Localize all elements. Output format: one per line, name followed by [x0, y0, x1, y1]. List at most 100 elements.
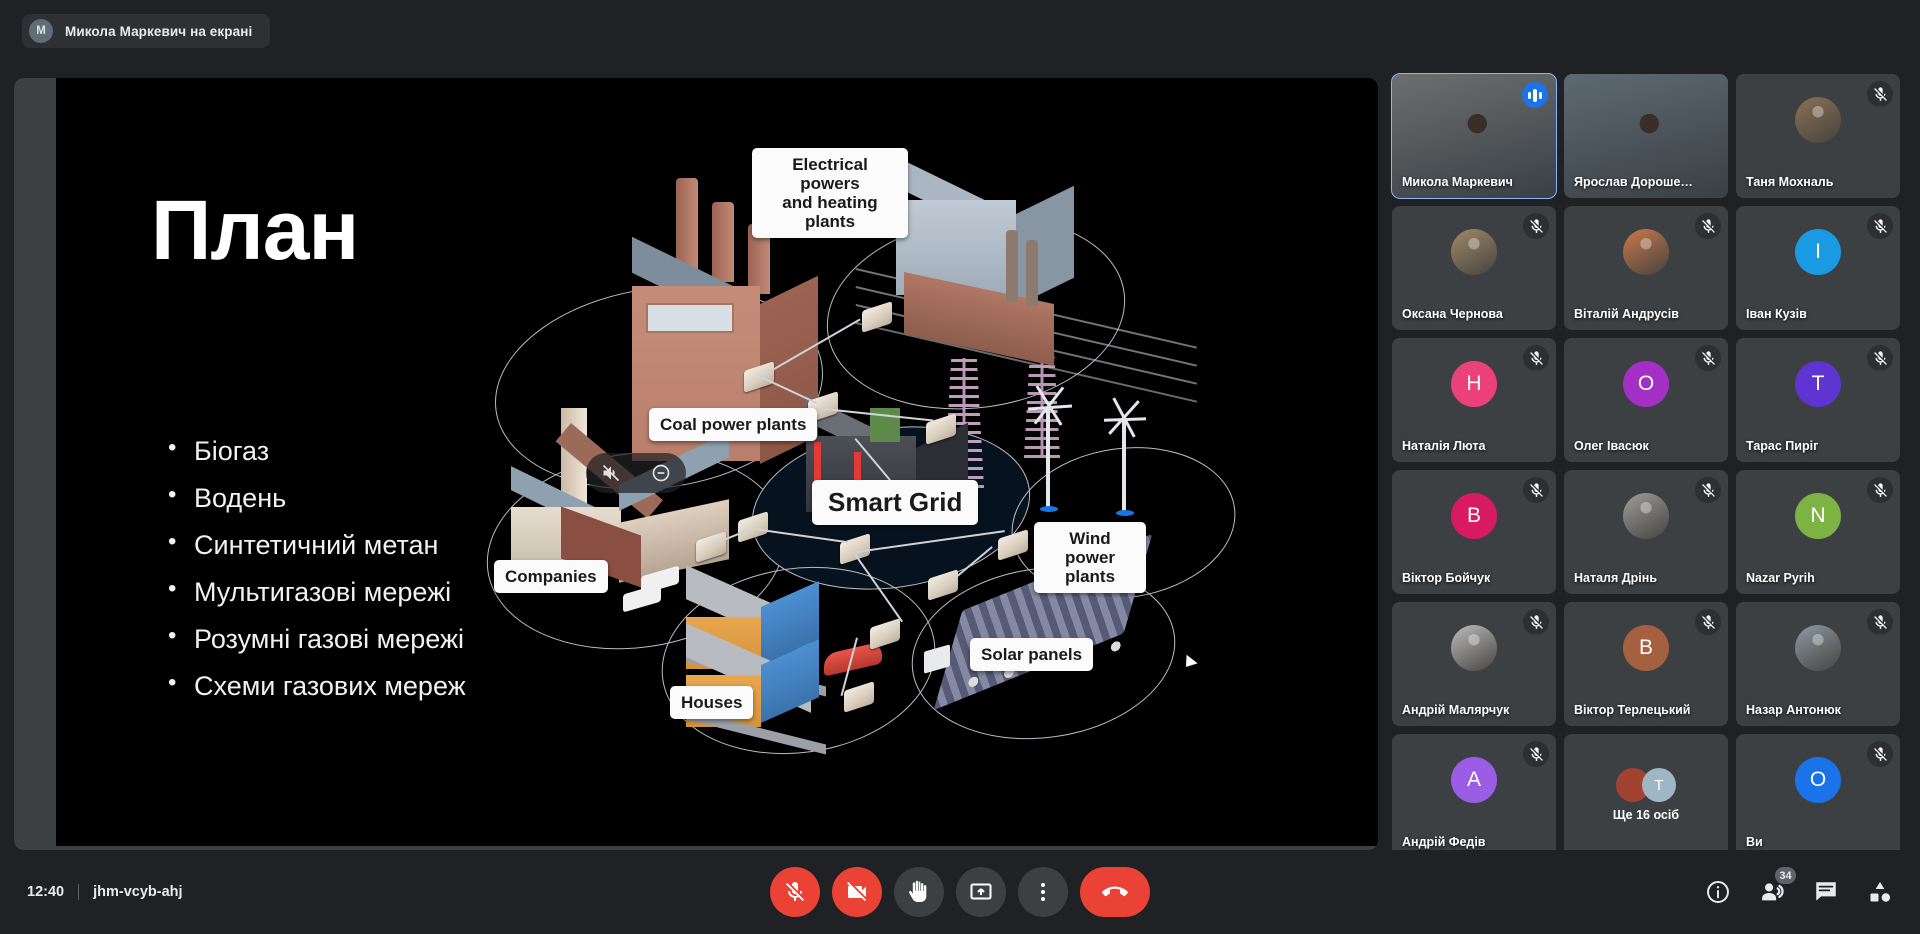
label-electrical-heating-plants: Electrical powers and heating plants [752, 148, 908, 239]
participant-tile[interactable]: В Віктор Бойчук [1392, 470, 1556, 594]
meeting-code[interactable]: jhm-vcyb-ahj [93, 884, 182, 900]
chat-button[interactable] [1812, 878, 1840, 906]
presenting-chip[interactable]: M Микола Маркевич на екрані [22, 14, 271, 48]
mic-off-icon [1867, 81, 1893, 107]
activities-button[interactable] [1866, 878, 1894, 906]
participant-tile[interactable]: Оксана Чернова [1392, 206, 1556, 330]
more-vertical-icon [1041, 883, 1045, 901]
participant-tile[interactable]: Наталя Дрінь [1564, 470, 1728, 594]
mic-off-icon [1523, 741, 1549, 767]
avatar: Т [1642, 768, 1676, 802]
participant-name: Ярослав Дороше… [1574, 175, 1693, 189]
avatar [1623, 493, 1669, 539]
clock: 12:40 [27, 884, 65, 900]
meta-divider [78, 884, 80, 900]
participant-name: Ви [1746, 835, 1763, 849]
avatar: О [1623, 361, 1669, 407]
participant-tile[interactable]: Назар Антонюк [1736, 602, 1900, 726]
raise-hand-button[interactable] [894, 867, 944, 917]
participant-tile[interactable]: Андрій Малярчук [1392, 602, 1556, 726]
bottom-bar: 12:40 jhm-vcyb-ahj 34 [0, 850, 1920, 934]
overflow-avatars: Т [1616, 768, 1676, 802]
mic-off-icon [1867, 213, 1893, 239]
mic-off-icon [1523, 477, 1549, 503]
participant-name: Андрій Малярчук [1402, 703, 1510, 717]
participant-name: Іван Кузів [1746, 307, 1807, 321]
participant-tile[interactable]: І Іван Кузів [1736, 206, 1900, 330]
mic-off-icon [1867, 741, 1893, 767]
avatar [1795, 97, 1841, 143]
participant-name: Олег Івасюк [1574, 439, 1649, 453]
label-solar-panels: Solar panels [970, 638, 1094, 672]
leave-call-button[interactable] [1080, 867, 1150, 917]
participant-tile[interactable]: Т Ще 16 осіб [1564, 734, 1728, 858]
participant-name: Микола Маркевич [1402, 175, 1513, 189]
more-options-button[interactable] [1018, 867, 1068, 917]
participant-name: Nazar Pyrih [1746, 571, 1815, 585]
participant-name: Оксана Чернова [1402, 307, 1503, 321]
mic-off-icon [1695, 477, 1721, 503]
participant-tile[interactable]: Віталій Андрусів [1564, 206, 1728, 330]
right-controls: 34 [1704, 867, 1894, 906]
participant-name: Наталя Дрінь [1574, 571, 1658, 585]
microphone-button[interactable] [770, 867, 820, 917]
label-companies: Companies [494, 560, 608, 594]
speaking-indicator-icon [1522, 82, 1548, 108]
info-icon [1707, 881, 1729, 903]
microphone-off-icon [786, 882, 804, 901]
label-smart-grid: Smart Grid [812, 480, 979, 526]
participant-tile[interactable]: Т Тарас Пиріг [1736, 338, 1900, 462]
participant-tile[interactable]: N Nazar Pyrih [1736, 470, 1900, 594]
label-wind-power-plants: Wind power plants [1034, 522, 1146, 594]
mic-off-icon [1523, 609, 1549, 635]
wind-turbine-icon [1046, 408, 1050, 508]
participant-tile[interactable]: О Ви [1736, 734, 1900, 858]
mic-off-icon [1523, 345, 1549, 371]
avatar [1451, 625, 1497, 671]
avatar [1451, 229, 1497, 275]
participant-tile[interactable]: Ярослав Дороше… [1564, 74, 1728, 198]
avatar: N [1795, 493, 1841, 539]
avatar: Т [1795, 361, 1841, 407]
screenshare-hover-controls[interactable] [586, 453, 686, 493]
slide-title: План [151, 183, 359, 277]
participant-tile[interactable]: Н Наталія Люта [1392, 338, 1556, 462]
participant-tile[interactable]: Таня Мохналь [1736, 74, 1900, 198]
avatar: О [1795, 757, 1841, 803]
participants-button[interactable]: 34 [1758, 867, 1796, 906]
mic-off-icon [1867, 345, 1893, 371]
participant-tile[interactable]: О Олег Івасюк [1564, 338, 1728, 462]
hangup-icon [1102, 886, 1128, 897]
avatar [1623, 229, 1669, 275]
participant-name: Віктор Терлецький [1574, 703, 1691, 717]
activities-icon [1870, 882, 1891, 902]
shared-screen-stage[interactable]: План Біогаз Водень Синтетичний метан Мул… [14, 78, 1378, 850]
meeting-details-button[interactable] [1704, 878, 1732, 906]
participant-name: Таня Мохналь [1746, 175, 1834, 189]
participant-tile[interactable]: В Віктор Терлецький [1564, 602, 1728, 726]
mic-off-icon [1867, 609, 1893, 635]
call-controls [770, 867, 1150, 917]
participant-name: Віктор Бойчук [1402, 571, 1491, 585]
participant-count-badge: 34 [1775, 867, 1796, 884]
mic-off-icon [1695, 345, 1721, 371]
participant-name: Наталія Люта [1402, 439, 1486, 453]
mic-off-icon [1695, 609, 1721, 635]
participant-filmstrip[interactable]: Микола Маркевич Ярослав Дороше… Таня Мохна… [1391, 73, 1908, 858]
mic-off-icon [1695, 213, 1721, 239]
avatar [1795, 625, 1841, 671]
participant-name: Віталій Андрусів [1574, 307, 1679, 321]
wind-turbine-icon [1122, 420, 1126, 512]
participant-tile[interactable]: А Андрій Федів [1392, 734, 1556, 858]
mute-presenter-icon[interactable] [601, 463, 621, 483]
label-houses: Houses [670, 686, 754, 720]
present-screen-button[interactable] [956, 867, 1006, 917]
electrical-heating-plant-icon [886, 156, 1106, 366]
camera-button[interactable] [832, 867, 882, 917]
top-bar: M Микола Маркевич на екрані [0, 0, 1920, 58]
participant-tile[interactable]: Микола Маркевич [1391, 73, 1557, 199]
mic-off-icon [1867, 477, 1893, 503]
avatar: А [1451, 757, 1497, 803]
meeting-meta: 12:40 jhm-vcyb-ahj [27, 884, 183, 900]
zoom-out-icon[interactable] [651, 463, 671, 483]
